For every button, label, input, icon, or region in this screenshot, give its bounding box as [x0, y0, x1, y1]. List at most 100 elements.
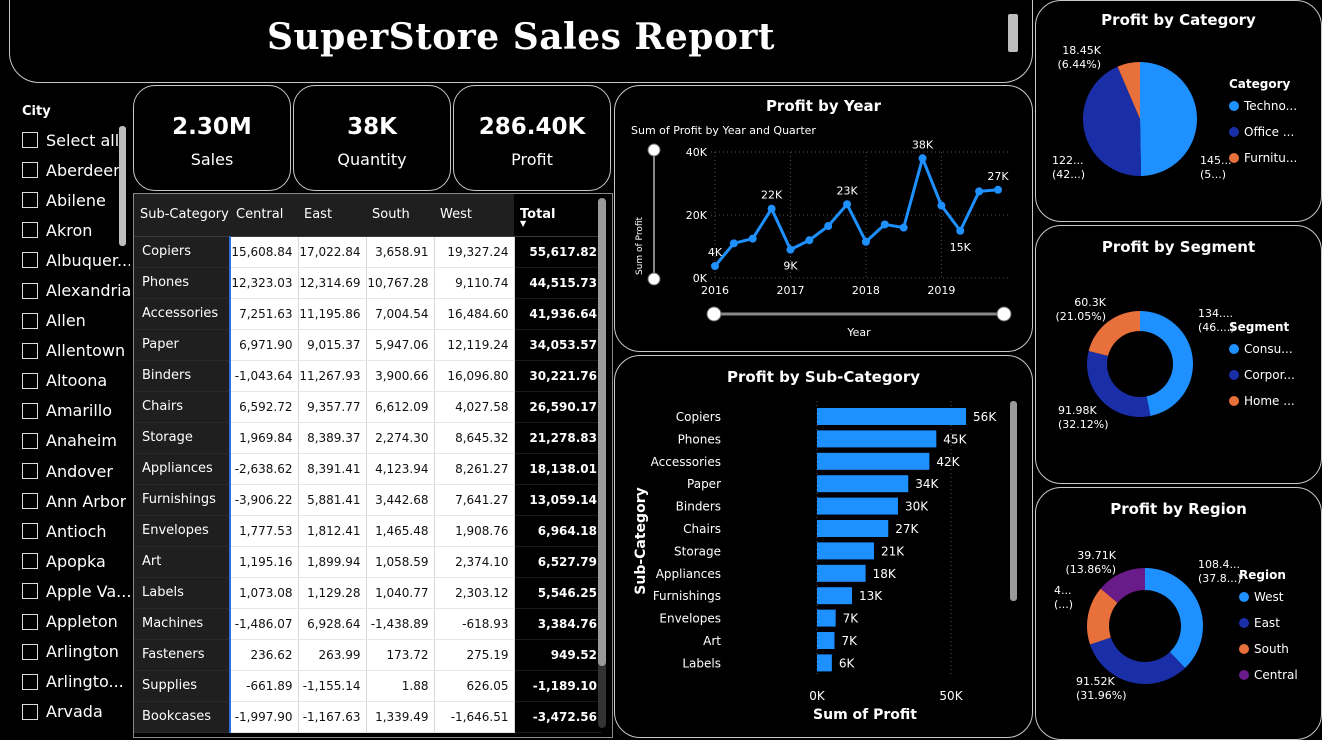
data-point[interactable] — [786, 245, 795, 254]
checkbox[interactable] — [22, 463, 38, 480]
slicer-item-ann-arbor[interactable]: Ann Arbor — [18, 486, 130, 516]
checkbox[interactable] — [22, 553, 38, 570]
column-header-sub-category[interactable]: Sub-Category — [134, 194, 230, 237]
slicer-item-allen[interactable]: Allen — [18, 306, 130, 336]
slicer-item-akron[interactable]: Akron — [18, 215, 130, 245]
data-point[interactable] — [767, 204, 776, 213]
checkbox[interactable] — [22, 282, 38, 299]
bar-phones[interactable] — [817, 430, 937, 448]
data-point[interactable] — [711, 262, 719, 271]
data-point[interactable] — [975, 187, 984, 196]
table-cell: -1,043.64 — [230, 360, 299, 392]
slicer-item-arlington[interactable]: Arlington — [18, 637, 130, 667]
legend-item-techno[interactable]: Techno... — [1243, 99, 1297, 113]
bar-envelopes[interactable] — [817, 609, 836, 627]
checkbox[interactable] — [22, 342, 38, 359]
checkbox[interactable] — [22, 162, 38, 179]
checkbox[interactable] — [22, 252, 38, 269]
legend-item-east[interactable]: East — [1254, 616, 1280, 630]
slice-consu[interactable] — [1140, 311, 1193, 416]
checkbox[interactable] — [22, 192, 38, 209]
y-slider-handle-bottom[interactable] — [647, 272, 661, 286]
bar-furnishings[interactable] — [817, 587, 852, 605]
slicer-item-andover[interactable]: Andover — [18, 456, 130, 486]
slicer-scrollbar[interactable] — [119, 126, 126, 246]
checkbox[interactable] — [22, 493, 38, 510]
data-point[interactable] — [861, 237, 870, 246]
checkbox[interactable] — [22, 432, 38, 449]
y-slider-handle-top[interactable] — [647, 143, 661, 157]
x-tick-label: 0K — [809, 689, 826, 703]
bar-appliances[interactable] — [817, 564, 866, 582]
bar-copiers[interactable] — [817, 408, 967, 425]
city-slicer: City Select all Aberdeen Abilene Akron Albuq… — [18, 104, 130, 740]
data-point[interactable] — [729, 239, 738, 248]
slice-techno[interactable] — [1140, 62, 1198, 176]
legend-item-consu[interactable]: Consu... — [1244, 342, 1293, 356]
checkbox[interactable] — [22, 372, 38, 389]
checkbox[interactable] — [22, 312, 38, 329]
data-point[interactable] — [805, 236, 814, 245]
slicer-item-apple-va[interactable]: Apple Va... — [18, 576, 130, 606]
legend-item-west[interactable]: West — [1254, 590, 1284, 604]
data-point[interactable] — [956, 226, 965, 235]
data-point[interactable] — [899, 223, 908, 232]
checkbox[interactable] — [22, 523, 38, 540]
chart-scrollbar[interactable] — [1010, 401, 1017, 601]
legend-item-central[interactable]: Central — [1254, 668, 1298, 682]
legend-item-furnitu[interactable]: Furnitu... — [1244, 151, 1297, 165]
data-point[interactable] — [843, 200, 852, 209]
slicer-item-allentown[interactable]: Allentown — [18, 336, 130, 366]
slicer-item-apopka[interactable]: Apopka — [18, 546, 130, 576]
legend-item-corpor[interactable]: Corpor... — [1244, 368, 1295, 382]
x-slider-handle-right[interactable] — [996, 306, 1012, 322]
checkbox[interactable] — [22, 703, 38, 720]
checkbox[interactable] — [22, 673, 38, 690]
slicer-item-arlingto[interactable]: Arlingto... — [18, 667, 130, 697]
column-header-central[interactable]: Central — [230, 194, 298, 237]
slicer-item-alexandria[interactable]: Alexandria — [18, 275, 130, 305]
bar-art[interactable] — [817, 632, 835, 649]
bar-accessories[interactable] — [817, 452, 930, 470]
slicer-item-appleton[interactable]: Appleton — [18, 607, 130, 637]
bar-storage[interactable] — [817, 542, 875, 560]
header-scrollbar[interactable] — [1008, 14, 1018, 52]
data-point[interactable] — [994, 185, 1002, 194]
data-point[interactable] — [937, 201, 946, 210]
checkbox[interactable] — [22, 613, 38, 630]
slicer-item-aberdeen[interactable]: Aberdeen — [18, 155, 130, 185]
column-header-east[interactable]: East — [298, 194, 366, 237]
column-header-south[interactable]: South — [366, 194, 434, 237]
bar-chairs[interactable] — [817, 520, 889, 537]
slicer-item-abilene[interactable]: Abilene — [18, 185, 130, 215]
data-point[interactable] — [748, 234, 757, 243]
data-label: 4K — [708, 246, 723, 259]
checkbox[interactable] — [22, 583, 38, 600]
checkbox[interactable] — [22, 132, 38, 149]
legend-item-office[interactable]: Office ... — [1244, 125, 1294, 139]
data-point[interactable] — [824, 222, 833, 231]
column-header-total[interactable]: Total — [514, 194, 602, 237]
column-header-west[interactable]: West — [434, 194, 514, 237]
data-point[interactable] — [918, 154, 927, 163]
slicer-item-antioch[interactable]: Antioch — [18, 516, 130, 546]
slicer-item-select-all[interactable]: Select all — [18, 125, 130, 155]
x-slider-handle-left[interactable] — [706, 306, 722, 322]
checkbox[interactable] — [22, 402, 38, 419]
slicer-item-altoona[interactable]: Altoona — [18, 366, 130, 396]
bar-labels[interactable] — [817, 654, 832, 672]
slicer-item-albuquer[interactable]: Albuquer... — [18, 245, 130, 275]
slicer-item-amarillo[interactable]: Amarillo — [18, 396, 130, 426]
matrix-scrollbar[interactable] — [598, 198, 606, 666]
bar-binders[interactable] — [817, 497, 898, 515]
checkbox[interactable] — [22, 222, 38, 239]
checkbox[interactable] — [22, 643, 38, 660]
data-point[interactable] — [880, 220, 889, 229]
slicer-item-anaheim[interactable]: Anaheim — [18, 426, 130, 456]
bar-paper[interactable] — [817, 475, 909, 493]
slicer-item-arvada[interactable]: Arvada — [18, 697, 130, 727]
slice-west[interactable] — [1145, 568, 1203, 668]
table-cell: 263.99 — [298, 639, 367, 671]
legend-item-home[interactable]: Home ... — [1244, 394, 1295, 408]
legend-item-south[interactable]: South — [1254, 642, 1289, 656]
